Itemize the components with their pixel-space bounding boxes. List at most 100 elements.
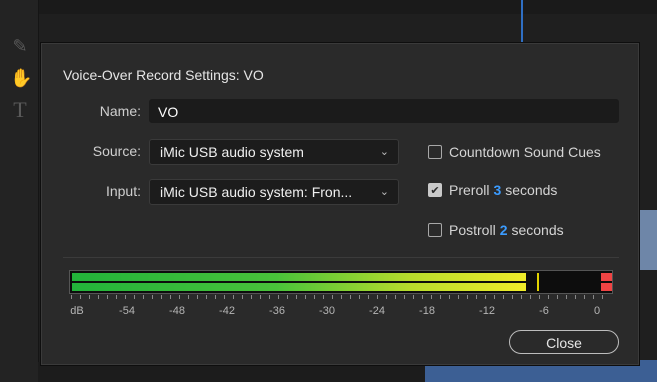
meter-tick [287, 295, 288, 299]
meter-tick [539, 295, 540, 299]
meter-tick [359, 295, 360, 299]
check-icon: ✔ [430, 184, 440, 197]
name-label: Name: [99, 103, 141, 119]
clip-indicator-left[interactable] [601, 273, 612, 281]
input-select[interactable]: iMic USB audio system: Fron... ⌄ [149, 179, 399, 205]
meter-tick [305, 295, 306, 299]
meter-scale-label: -6 [539, 305, 549, 317]
chevron-down-icon: ⌄ [379, 146, 389, 158]
meter-tick [206, 295, 207, 299]
meter-tick [503, 295, 504, 299]
meter-tick [134, 295, 135, 299]
hand-icon[interactable]: ✋ [10, 68, 32, 88]
meter-scale-label: -18 [419, 305, 435, 317]
meter-tick [197, 295, 198, 299]
meter-tick [449, 295, 450, 299]
meter-tick [179, 295, 180, 299]
meter-scale-label: -30 [319, 305, 335, 317]
postroll-label: Postroll [449, 222, 496, 238]
preroll-checkbox[interactable]: ✔ [428, 183, 442, 197]
postroll-unit: seconds [511, 222, 564, 238]
source-select[interactable]: iMic USB audio system ⌄ [149, 139, 399, 165]
meter-tick [458, 295, 459, 299]
meter-tick [548, 295, 549, 299]
meter-scale-label: -36 [269, 305, 285, 317]
meter-tick [602, 295, 603, 299]
background-panel-header [38, 0, 657, 14]
meter-tick [332, 295, 333, 299]
tools-panel: ✎ ✋ T [0, 0, 39, 382]
meter-tick [278, 295, 279, 299]
meter-scale-label: dB [70, 305, 84, 317]
source-label: Source: [92, 143, 141, 159]
meter-tick [260, 295, 261, 299]
meter-tick [314, 295, 315, 299]
meter-scale-label: -12 [479, 305, 495, 317]
audio-level-meter [69, 270, 613, 294]
meter-tick [269, 295, 270, 299]
countdown-sound-cues-option[interactable]: Countdown Sound Cues [428, 142, 601, 162]
meter-tick [233, 295, 234, 299]
clip-indicator-right[interactable] [601, 283, 612, 291]
meter-tick [575, 295, 576, 299]
meter-tick [71, 295, 72, 299]
meter-tick [224, 295, 225, 299]
meter-tick [395, 295, 396, 299]
meter-scale-label: 0 [593, 305, 601, 317]
type-icon[interactable]: T [10, 99, 30, 121]
meter-tick [296, 295, 297, 299]
meter-tick [440, 295, 441, 299]
close-button[interactable]: Close [509, 330, 619, 354]
preroll-seconds-value[interactable]: 3 [493, 182, 501, 198]
meter-scale-label: -54 [119, 305, 135, 317]
meter-tick [188, 295, 189, 299]
meter-tick [521, 295, 522, 299]
meter-tick [116, 295, 117, 299]
meter-tick [584, 295, 585, 299]
meter-tick [80, 295, 81, 299]
meter-peak-marker [537, 273, 539, 291]
meter-scale-label: -24 [369, 305, 385, 317]
postroll-seconds-value[interactable]: 2 [500, 222, 508, 238]
meter-tick [386, 295, 387, 299]
meter-scale-label: -48 [169, 305, 185, 317]
preroll-label: Preroll [449, 182, 490, 198]
chevron-down-icon: ⌄ [379, 186, 389, 198]
pen-icon[interactable]: ✎ [10, 36, 30, 56]
meter-tick [350, 295, 351, 299]
meter-tick [413, 295, 414, 299]
meter-tick [98, 295, 99, 299]
meter-channel-right [72, 283, 526, 291]
countdown-checkbox[interactable] [428, 145, 442, 159]
postroll-option[interactable]: Postroll 2 seconds [428, 220, 564, 240]
source-select-value: iMic USB audio system [160, 144, 304, 160]
meter-tick [404, 295, 405, 299]
meter-tick [215, 295, 216, 299]
meter-tick [467, 295, 468, 299]
meter-tick [125, 295, 126, 299]
meter-tick [251, 295, 252, 299]
meter-tick [152, 295, 153, 299]
meter-tick [323, 295, 324, 299]
meter-tick [107, 295, 108, 299]
postroll-checkbox[interactable] [428, 223, 442, 237]
meter-tick [341, 295, 342, 299]
voice-over-record-settings-dialog: Voice-Over Record Settings: VO Name: VO … [40, 42, 640, 366]
meter-tick [170, 295, 171, 299]
meter-tick [143, 295, 144, 299]
meter-tick [377, 295, 378, 299]
preroll-option[interactable]: ✔ Preroll 3 seconds [428, 180, 557, 200]
meter-tick [89, 295, 90, 299]
input-label: Input: [105, 183, 141, 199]
meter-tick [557, 295, 558, 299]
countdown-label: Countdown Sound Cues [449, 144, 601, 160]
meter-tick [512, 295, 513, 299]
meter-tick [530, 295, 531, 299]
meter-scale: dB -54 -48 -42 -36 -30 -24 -18 -12 -6 0 [69, 305, 613, 319]
meter-tick [476, 295, 477, 299]
meter-channel-left [72, 273, 526, 281]
meter-tick [242, 295, 243, 299]
name-field[interactable]: VO [149, 99, 619, 123]
dialog-title: Voice-Over Record Settings: VO [63, 67, 264, 83]
meter-tick [593, 295, 594, 299]
